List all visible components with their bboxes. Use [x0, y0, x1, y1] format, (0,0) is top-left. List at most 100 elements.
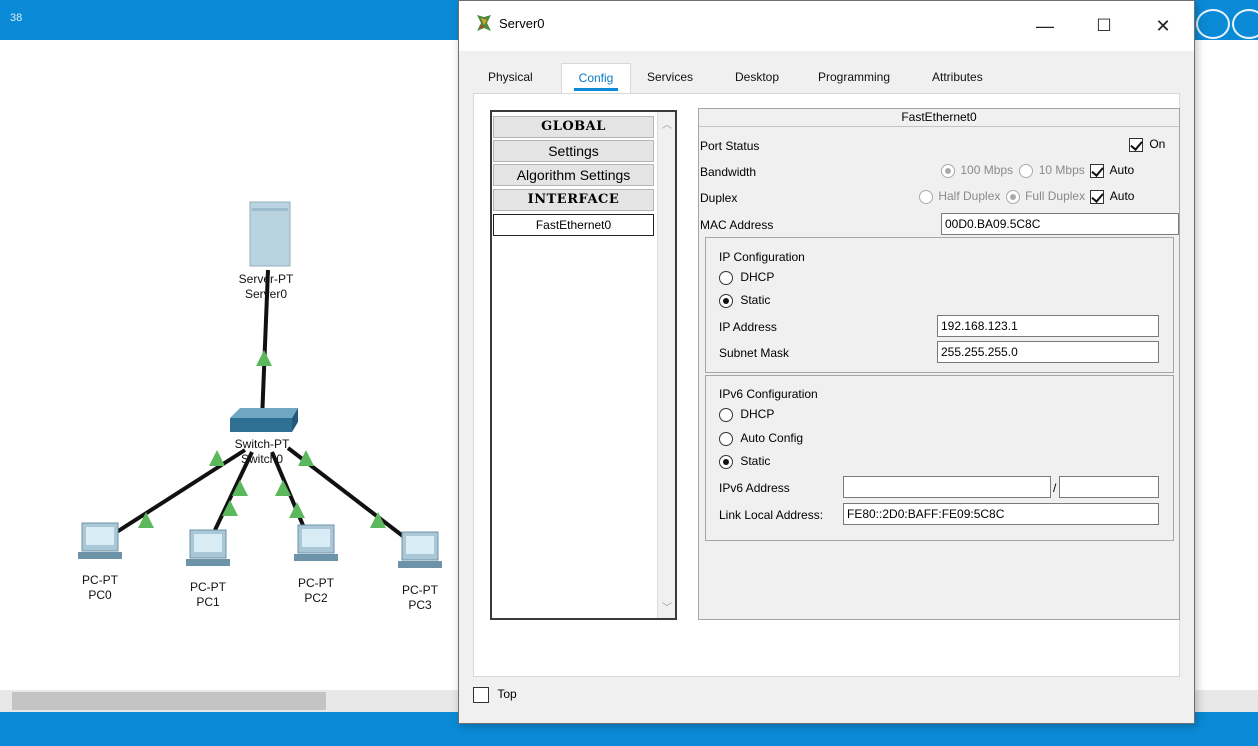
link-local-address-field[interactable]: FE80::2D0:BAFF:FE09:5C8C [843, 503, 1159, 525]
duplex-options: Half Duplex Full Duplex Auto [919, 189, 1134, 204]
ipv4-dhcp-radio[interactable] [719, 270, 733, 285]
bandwidth-10-label: 10 Mbps [1038, 163, 1085, 177]
pc-icon-1 [186, 529, 230, 566]
port-on-checkbox[interactable] [1129, 137, 1143, 152]
pc-type: PC-PT [402, 583, 438, 597]
bandwidth-label: Bandwidth [700, 165, 757, 179]
pc-label-0: PC-PT PC0 [60, 573, 140, 603]
tab-physical[interactable]: Physical [476, 63, 545, 93]
pc-type: PC-PT [298, 576, 334, 590]
ipv4-static-option[interactable]: Static [719, 293, 770, 308]
pc-icon-3 [398, 531, 442, 568]
nav-list-scrollbar[interactable]: ︿ ﹀ [657, 112, 675, 618]
ipv6-auto-radio[interactable] [719, 431, 733, 446]
switch-icon [230, 408, 298, 432]
tab-label: Desktop [735, 70, 780, 84]
top-option[interactable]: Top [473, 687, 517, 703]
switch-type: Switch-PT [234, 437, 290, 451]
ipv6-dhcp-radio[interactable] [719, 407, 733, 422]
packet-tracer-icon [477, 15, 491, 31]
ipv6-address-label: IPv6 Address [719, 481, 790, 495]
duplex-auto-checkbox[interactable] [1090, 189, 1105, 204]
interface-settings-panel: FastEthernet0 Port Status On Bandwidth 1… [698, 108, 1180, 620]
ipv6-address-field[interactable] [843, 476, 1051, 498]
tab-programming[interactable]: Programming [806, 63, 902, 93]
port-on-label: On [1149, 137, 1166, 151]
undo-button[interactable] [1196, 9, 1230, 39]
ip-address-field[interactable]: 192.168.123.1 [937, 315, 1159, 337]
ipv4-dhcp-option[interactable]: DHCP [719, 270, 774, 285]
minimize-button[interactable]: — [1022, 11, 1068, 41]
nav-algorithm-settings[interactable]: Algorithm Settings [493, 164, 654, 186]
tab-attributes[interactable]: Attributes [920, 63, 995, 93]
config-nav-list: GLOBAL Settings Algorithm Settings INTER… [490, 110, 677, 620]
top-checkbox[interactable] [473, 687, 489, 703]
active-tab-indicator [574, 88, 618, 91]
tab-services[interactable]: Services [635, 63, 705, 93]
bandwidth-100-label: 100 Mbps [960, 163, 1014, 177]
app-title: 38 [10, 12, 23, 24]
tab-label: Physical [488, 70, 533, 84]
nav-settings[interactable]: Settings [493, 140, 654, 162]
full-duplex-radio[interactable] [1005, 189, 1020, 204]
close-button[interactable]: ✕ [1140, 11, 1186, 41]
ipv6-static-option[interactable]: Static [719, 454, 770, 469]
bandwidth-auto-checkbox[interactable] [1090, 163, 1105, 178]
bandwidth-options: 100 Mbps 10 Mbps Auto [941, 163, 1134, 178]
pc-type: PC-PT [190, 580, 226, 594]
pc-label-3: PC-PT PC3 [380, 583, 460, 613]
server-label: Server-PT Server0 [226, 272, 306, 302]
scroll-up-icon[interactable]: ︿ [658, 116, 676, 131]
redo-button[interactable] [1232, 9, 1258, 39]
window-titlebar[interactable]: Server0 — ☐ ✕ [459, 1, 1194, 51]
ipv6-dhcp-option[interactable]: DHCP [719, 407, 774, 422]
ip-address-label: IP Address [719, 320, 777, 334]
tab-desktop[interactable]: Desktop [723, 63, 791, 93]
scroll-down-icon[interactable]: ﹀ [658, 599, 676, 614]
duplex-auto-label: Auto [1109, 189, 1135, 203]
window-title: Server0 [499, 16, 545, 31]
ipv6-auto-option[interactable]: Auto Config [719, 431, 803, 446]
nav-interface-header[interactable]: INTERFACE [493, 189, 654, 211]
tab-config[interactable]: Config [561, 63, 631, 93]
ipv6-configuration-group: IPv6 Configuration DHCP Auto Config Stat… [705, 375, 1174, 541]
nav-global-header[interactable]: GLOBAL [493, 116, 654, 138]
pc-label-2: PC-PT PC2 [276, 576, 356, 606]
port-status-on[interactable]: On [1129, 137, 1165, 152]
top-label: Top [497, 687, 517, 702]
switch-name: Switch0 [240, 452, 284, 466]
ipv6-prefix-field[interactable] [1059, 476, 1159, 498]
pc-name: PC3 [408, 598, 432, 612]
tab-label: Attributes [932, 70, 983, 84]
ipv6-dhcp-label: DHCP [740, 407, 775, 421]
switch-label: Switch-PT Switch0 [222, 437, 302, 467]
maximize-button[interactable]: ☐ [1081, 11, 1127, 41]
duplex-label: Duplex [700, 191, 738, 205]
ipv6-static-label: Static [740, 454, 771, 468]
pc-name: PC2 [304, 591, 328, 605]
nav-fastethernet0[interactable]: FastEthernet0 [493, 214, 654, 236]
pc-label-1: PC-PT PC1 [168, 580, 248, 610]
pc-icon-2 [294, 524, 338, 561]
server-icon [249, 201, 291, 267]
scrollbar-thumb[interactable] [12, 692, 326, 710]
bandwidth-10-radio[interactable] [1019, 163, 1034, 178]
server-type: Server-PT [238, 272, 294, 286]
bandwidth-100-radio[interactable] [941, 163, 955, 178]
ipv6-static-radio[interactable] [719, 454, 733, 469]
ip-configuration-group: IP Configuration DHCP Static IP Address … [705, 237, 1174, 373]
ipv4-static-label: Static [740, 293, 771, 307]
interface-panel-header: FastEthernet0 [699, 109, 1179, 127]
ipv6-config-title: IPv6 Configuration [719, 387, 818, 401]
ipv4-dhcp-label: DHCP [740, 270, 775, 284]
pc-name: PC1 [196, 595, 220, 609]
ipv4-static-radio[interactable] [719, 293, 733, 308]
server-config-window: Server0 — ☐ ✕ Physical Config Services D… [458, 0, 1195, 724]
ip-config-title: IP Configuration [719, 250, 805, 264]
subnet-mask-field[interactable]: 255.255.255.0 [937, 341, 1159, 363]
half-duplex-radio[interactable] [919, 189, 933, 204]
ipv6-prefix-separator: / [1053, 481, 1057, 495]
link-local-address-label: Link Local Address: [719, 508, 824, 522]
mac-address-field[interactable]: 00D0.BA09.5C8C [941, 213, 1179, 235]
subnet-mask-label: Subnet Mask [719, 346, 790, 360]
